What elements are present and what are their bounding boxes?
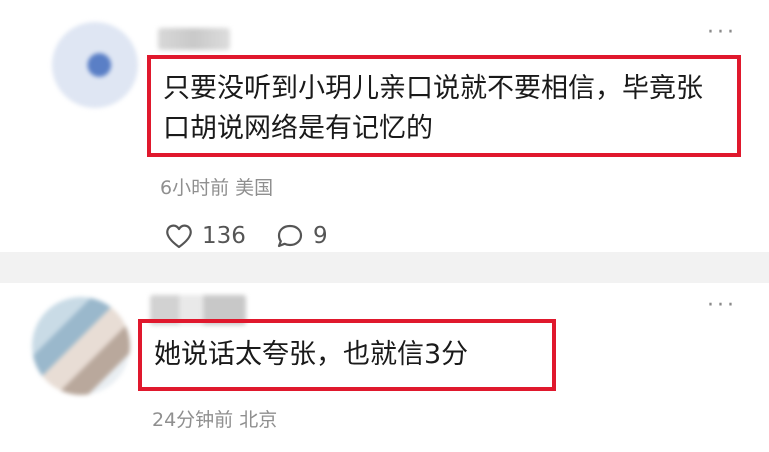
comment-text: 只要没听到小玥儿亲口说就不要相信，毕竟张口胡说网络是有记忆的 — [163, 73, 703, 144]
heart-icon — [166, 224, 192, 249]
comment-text-highlighted: 只要没听到小玥儿亲口说就不要相信，毕竟张口胡说网络是有记忆的 — [147, 55, 741, 157]
like-button[interactable]: 136 — [164, 222, 246, 250]
comment-card: ··· 她说话太夸张，也就信3分 24分钟前 北京 — [0, 283, 769, 452]
comment-text-highlighted: 她说话太夸张，也就信3分 — [138, 319, 556, 391]
more-icon[interactable]: ··· — [707, 22, 737, 44]
comment-card: ··· 只要没听到小玥儿亲口说就不要相信，毕竟张口胡说网络是有记忆的 6小时前 … — [0, 0, 769, 252]
comment-meta: 6小时前 美国 — [160, 177, 274, 199]
avatar[interactable] — [32, 297, 130, 395]
comment-text: 她说话太夸张，也就信3分 — [154, 339, 469, 370]
like-count: 136 — [202, 223, 246, 249]
reply-button[interactable]: 9 — [275, 222, 328, 250]
comment-meta: 24分钟前 北京 — [152, 409, 278, 431]
more-icon[interactable]: ··· — [707, 295, 737, 317]
username-redacted[interactable] — [158, 28, 230, 50]
avatar[interactable] — [52, 22, 138, 108]
reply-count: 9 — [313, 223, 328, 249]
comment-bubble-icon — [277, 224, 303, 248]
